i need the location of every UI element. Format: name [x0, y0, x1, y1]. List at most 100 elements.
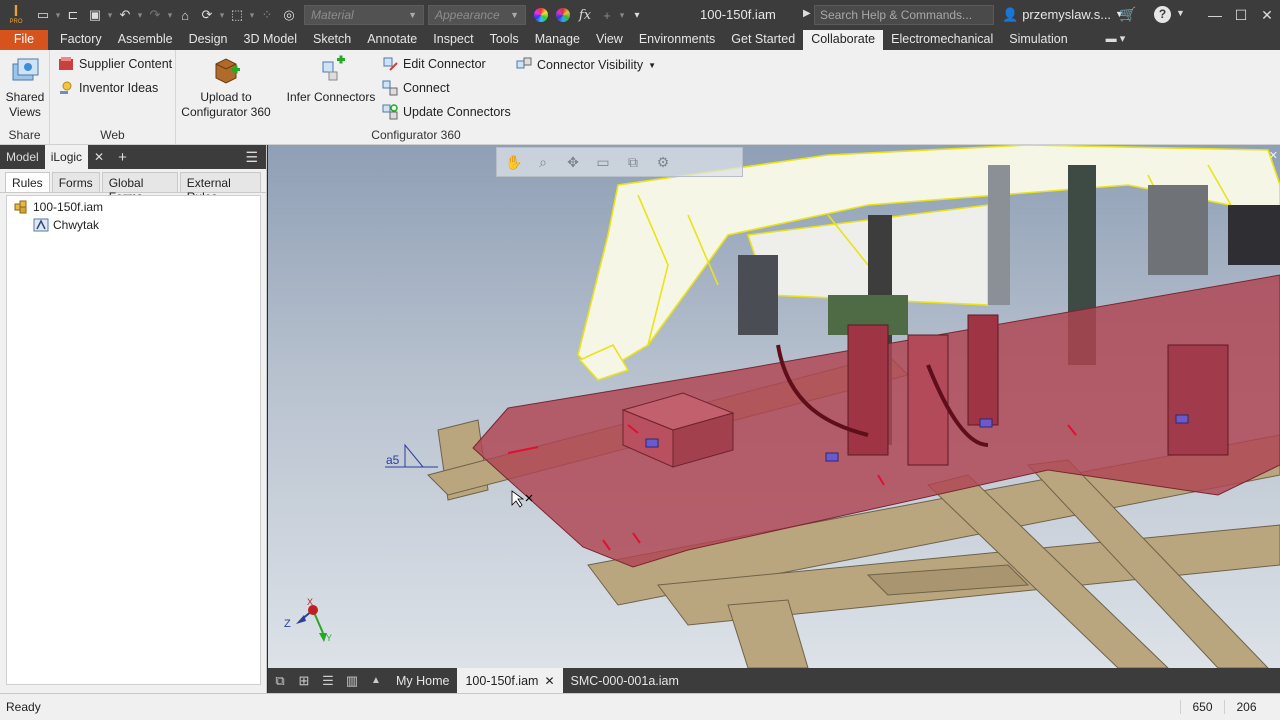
viewport-restore-icon[interactable]: ❐: [1253, 149, 1263, 162]
new-dropdown-icon[interactable]: ▾: [54, 10, 62, 21]
tab-manage[interactable]: Manage: [527, 30, 588, 50]
help-search-input[interactable]: Search Help & Commands...: [814, 5, 994, 25]
home-icon[interactable]: ⌂: [174, 4, 196, 26]
tab-simulation[interactable]: Simulation: [1001, 30, 1075, 50]
parameters-icon[interactable]: fx: [574, 4, 596, 26]
selection-priority-icon[interactable]: ⁘: [256, 4, 278, 26]
shared-views-button[interactable]: Shared Views: [3, 54, 47, 120]
tile-horizontal-icon[interactable]: ☰: [316, 668, 340, 693]
redo-icon[interactable]: ↷: [144, 4, 166, 26]
tab-factory[interactable]: Factory: [52, 30, 110, 50]
chevron-right-icon[interactable]: ▶: [803, 8, 811, 19]
save-dropdown-icon[interactable]: ▾: [106, 10, 114, 21]
zoom-icon[interactable]: ⌕: [535, 154, 551, 170]
tab-3d-model[interactable]: 3D Model: [236, 30, 306, 50]
edit-connector-button[interactable]: Edit Connector: [382, 56, 486, 72]
up-arrow-icon[interactable]: ▲: [364, 668, 388, 693]
help-icon[interactable]: ?: [1154, 6, 1171, 23]
select-mode-icon[interactable]: ⬚: [226, 4, 248, 26]
subtab-global-forms[interactable]: Global Forms: [101, 172, 178, 204]
graphics-viewport[interactable]: a5 X Z Y ✋ ⌕ ✥ ▭ ⧉ ⚙ — ❐ ✕: [268, 145, 1280, 668]
browser-tab-ilogic[interactable]: iLogic: [44, 145, 89, 169]
close-icon[interactable]: ✕: [544, 674, 554, 688]
status-value-y: 206: [1224, 700, 1268, 714]
add-tab-icon[interactable]: +: [110, 149, 135, 166]
redo-dropdown-icon[interactable]: ▾: [166, 10, 174, 21]
measure-plus-icon[interactable]: +: [596, 4, 618, 26]
tab-electromechanical[interactable]: Electromechanical: [883, 30, 1001, 50]
document-tabs: ⧉ ⊞ ☰ ▥ ▲ My Home 100-150f.iam ✕ SMC-000…: [268, 668, 1280, 693]
tab-get-started[interactable]: Get Started: [723, 30, 803, 50]
update-connectors-button[interactable]: Update Connectors: [382, 104, 511, 120]
cascade-icon[interactable]: ⧉: [268, 668, 292, 693]
share-panel-title: Share: [8, 128, 41, 142]
color-override-icon[interactable]: [530, 4, 552, 26]
close-icon[interactable]: ✕: [1254, 0, 1280, 30]
new-icon[interactable]: ▭: [32, 4, 54, 26]
select-mode-dropdown-icon[interactable]: ▾: [248, 10, 256, 21]
weld-annotation-label: a5: [386, 453, 400, 467]
ribbon-display-toggle[interactable]: ▬ ▾: [1098, 30, 1134, 50]
material-icon[interactable]: ◎: [278, 4, 300, 26]
material-dropdown[interactable]: Material ▼: [304, 5, 424, 25]
tab-design[interactable]: Design: [181, 30, 236, 50]
tile-vertical-icon[interactable]: ▥: [340, 668, 364, 693]
browser-tab-model[interactable]: Model: [0, 145, 45, 169]
tree-item-rule[interactable]: Chwytak: [7, 216, 260, 234]
inventor-ideas-button[interactable]: Inventor Ideas: [58, 80, 158, 96]
window-controls: — ☐ ✕: [1202, 0, 1280, 30]
pan-icon[interactable]: ✋: [505, 154, 522, 170]
tab-environments[interactable]: Environments: [631, 30, 723, 50]
doctab-100-150f[interactable]: 100-150f.iam ✕: [457, 668, 563, 693]
tile-icon[interactable]: ⊞: [292, 668, 316, 693]
subtab-rules[interactable]: Rules: [5, 172, 50, 192]
connector-visibility-button[interactable]: Connector Visibility ▼: [516, 57, 656, 73]
edit-connector-icon: [382, 56, 398, 72]
app-logo[interactable]: I PRO: [0, 0, 32, 30]
svg-text:X: X: [307, 597, 313, 607]
viewport-close-icon[interactable]: ✕: [1269, 149, 1278, 162]
clear-appearance-icon[interactable]: [552, 4, 574, 26]
infer-connectors-button[interactable]: Infer Connectors: [284, 54, 378, 105]
update-icon[interactable]: ⟳: [196, 4, 218, 26]
help-dropdown-icon[interactable]: ▼: [1176, 8, 1185, 18]
infer-connectors-icon: [315, 54, 347, 86]
view-cube-icon[interactable]: ⧉: [625, 154, 641, 170]
close-icon[interactable]: ✕: [88, 150, 110, 164]
undo-icon[interactable]: ↶: [114, 4, 136, 26]
measure-dropdown-icon[interactable]: ▾: [618, 10, 626, 21]
supplier-content-button[interactable]: Supplier Content: [58, 56, 172, 72]
customize-qat-icon[interactable]: ▾: [626, 4, 648, 26]
tab-sketch[interactable]: Sketch: [305, 30, 359, 50]
look-at-icon[interactable]: ▭: [595, 154, 611, 170]
viewport-minimize-icon[interactable]: —: [1236, 149, 1247, 162]
view-triad[interactable]: X Z Y: [284, 597, 332, 643]
tab-inspect[interactable]: Inspect: [425, 30, 481, 50]
orbit-icon[interactable]: ✥: [565, 154, 581, 170]
save-icon[interactable]: ▣: [84, 4, 106, 26]
tab-view[interactable]: View: [588, 30, 631, 50]
undo-dropdown-icon[interactable]: ▾: [136, 10, 144, 21]
connect-button[interactable]: Connect: [382, 80, 450, 96]
tab-file[interactable]: File: [0, 30, 48, 50]
minimize-icon[interactable]: —: [1202, 0, 1228, 30]
navigation-settings-icon[interactable]: ⚙: [655, 154, 671, 170]
cart-icon[interactable]: 🛒: [1119, 6, 1136, 23]
subtab-external-rules[interactable]: External Rules: [179, 172, 261, 204]
tree-item-assembly[interactable]: 100-150f.iam: [7, 198, 260, 216]
doctab-smc[interactable]: SMC-000-001a.iam: [563, 668, 687, 693]
upload-configurator-button[interactable]: Upload to Configurator 360: [178, 54, 274, 120]
tab-annotate[interactable]: Annotate: [359, 30, 425, 50]
doctab-my-home[interactable]: My Home: [388, 668, 457, 693]
tab-assemble[interactable]: Assemble: [110, 30, 181, 50]
subtab-forms[interactable]: Forms: [51, 172, 100, 192]
appearance-dropdown[interactable]: Appearance ▼: [428, 5, 526, 25]
tab-tools[interactable]: Tools: [482, 30, 527, 50]
maximize-icon[interactable]: ☐: [1228, 0, 1254, 30]
update-dropdown-icon[interactable]: ▾: [218, 10, 226, 21]
tab-collaborate[interactable]: Collaborate: [803, 30, 884, 50]
hamburger-menu-icon[interactable]: ☰: [245, 149, 266, 166]
open-icon[interactable]: ⊏: [62, 4, 84, 26]
user-menu[interactable]: 👤 przemyslaw.s... ▼: [1002, 7, 1124, 23]
shared-views-icon: [9, 54, 41, 86]
